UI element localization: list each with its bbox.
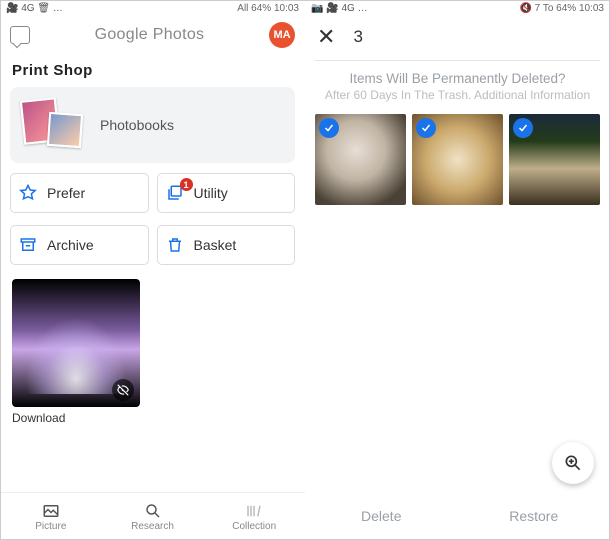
utility-badge: 1 (180, 178, 193, 191)
left-screen: 🎥 4G 🗑 … All 64% 10:03 Google Photos MA … (0, 0, 305, 540)
check-icon (319, 118, 339, 138)
photo-thumbnail[interactable] (12, 279, 140, 407)
selection-header: ✕ 3 (305, 16, 610, 60)
star-outline-icon (19, 184, 37, 202)
tab-picture-label: Picture (35, 521, 66, 532)
trash-item-2[interactable] (412, 114, 503, 205)
photobooks-label: Photobooks (100, 117, 174, 133)
utility-label: Utility (194, 185, 228, 201)
share-activity-icon[interactable] (10, 26, 30, 44)
download-label: Download (0, 407, 305, 425)
library-icon (245, 502, 263, 520)
photobooks-card[interactable]: Photobooks (10, 87, 295, 163)
status-bar-left: 🎥 4G 🗑 … All 64% 10:03 (0, 0, 305, 16)
section-print-shop: Print Shop (0, 56, 305, 83)
status-icons-right: 📷 🎥 4G … (311, 3, 368, 14)
right-screen: 📷 🎥 4G … 🔇 7 To 64% 10:03 ✕ 3 Items Will… (305, 0, 610, 540)
account-avatar[interactable]: MA (269, 22, 295, 48)
photobooks-thumbs (22, 99, 86, 151)
search-icon (144, 502, 162, 520)
trash-grid (305, 114, 610, 205)
trash-item-3[interactable] (509, 114, 600, 205)
status-right-text: All 64% 10:03 (237, 3, 299, 14)
trash-icon (166, 236, 184, 254)
tab-collection[interactable]: Collection (203, 493, 305, 540)
status-right-text-2: 🔇 7 To 64% 10:03 (519, 3, 604, 14)
tab-picture[interactable]: Picture (0, 493, 102, 540)
trash-actions: Delete Restore (305, 492, 610, 540)
bottom-tabbar: Picture Research Collection (0, 492, 305, 540)
picture-icon (42, 502, 60, 520)
utility-button[interactable]: 1 Utility (157, 173, 296, 213)
tab-research[interactable]: Research (102, 493, 204, 540)
archive-label: Archive (47, 237, 94, 253)
archive-button[interactable]: Archive (10, 225, 149, 265)
restore-button[interactable]: Restore (458, 492, 610, 540)
delete-button[interactable]: Delete (305, 492, 458, 540)
trash-item-1[interactable] (315, 114, 406, 205)
app-header: Google Photos MA (0, 16, 305, 56)
check-icon (513, 118, 533, 138)
check-icon (416, 118, 436, 138)
tab-research-label: Research (131, 521, 174, 532)
app-title: Google Photos (40, 26, 259, 44)
close-icon[interactable]: ✕ (317, 24, 335, 50)
archive-icon (19, 236, 37, 254)
zoom-fab[interactable] (552, 442, 594, 484)
visibility-off-icon (112, 379, 134, 401)
delete-warning-subtitle: After 60 Days In The Trash. Additional I… (305, 88, 610, 114)
prefer-button[interactable]: Prefer (10, 173, 149, 213)
tab-collection-label: Collection (232, 521, 276, 532)
status-bar-right: 📷 🎥 4G … 🔇 7 To 64% 10:03 (305, 0, 610, 16)
basket-button[interactable]: Basket (157, 225, 296, 265)
status-icons-left: 🎥 4G 🗑 … (6, 3, 63, 14)
basket-label: Basket (194, 237, 237, 253)
delete-warning-title: Items Will Be Permanently Deleted? (305, 61, 610, 88)
selection-count: 3 (353, 27, 362, 47)
prefer-label: Prefer (47, 185, 85, 201)
zoom-in-icon (563, 453, 583, 473)
